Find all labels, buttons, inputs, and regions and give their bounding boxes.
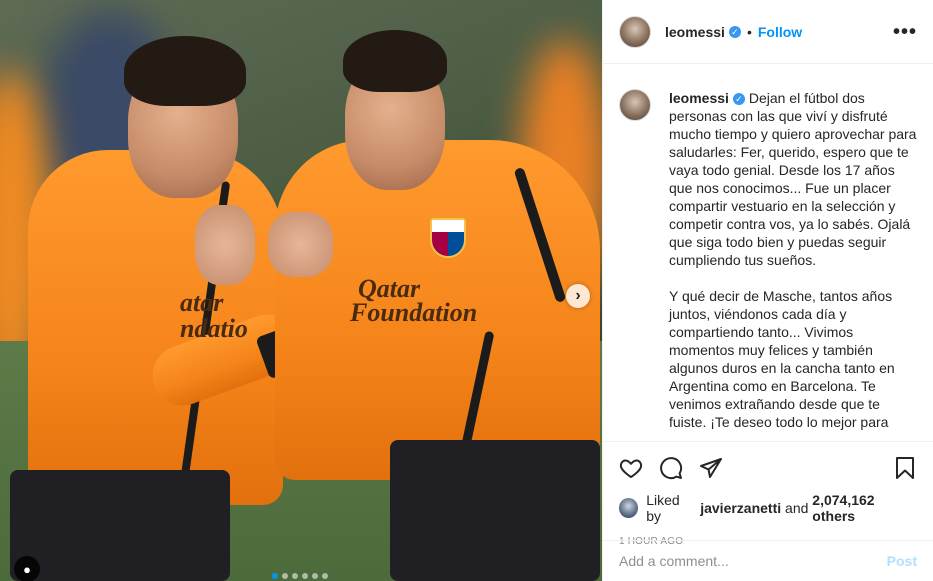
carousel-dots bbox=[272, 573, 328, 579]
avatar[interactable] bbox=[619, 15, 651, 48]
caption-row: leomessi ✓ Dejan el fútbol dos personas c… bbox=[619, 89, 917, 441]
caption-text-1: Dejan el fútbol dos personas con las que… bbox=[669, 90, 917, 268]
comments-section[interactable]: leomessi ✓ Dejan el fútbol dos personas c… bbox=[603, 65, 933, 441]
heart-icon bbox=[619, 459, 643, 478]
comment-input[interactable] bbox=[619, 553, 887, 569]
share-button[interactable] bbox=[699, 456, 723, 480]
black-shorts bbox=[10, 470, 230, 581]
chevron-right-icon: › bbox=[575, 287, 581, 304]
bookmark-icon bbox=[896, 457, 914, 479]
carousel-dot bbox=[272, 573, 278, 579]
carousel-dot bbox=[292, 573, 298, 579]
verified-badge-icon: ✓ bbox=[728, 25, 741, 38]
carousel-dot bbox=[322, 573, 328, 579]
post-comment-button[interactable]: Post bbox=[887, 553, 917, 569]
username-link[interactable]: leomessi bbox=[665, 24, 725, 40]
carousel-dot bbox=[282, 573, 288, 579]
separator: • bbox=[746, 23, 752, 40]
post-header: leomessi ✓ • Follow ••• bbox=[603, 0, 933, 64]
follow-button[interactable]: Follow bbox=[758, 24, 802, 40]
carousel-dot bbox=[302, 573, 308, 579]
likes-summary: Liked by javierzanetti and 2,074,162 oth… bbox=[619, 492, 917, 524]
share-icon bbox=[700, 458, 722, 478]
post-sidebar: leomessi ✓ • Follow ••• leomessi ✓ Dejan … bbox=[602, 0, 933, 581]
caption-paragraph-1: leomessi ✓ Dejan el fútbol dos personas c… bbox=[669, 89, 917, 269]
likes-middle: and bbox=[785, 500, 809, 516]
carousel-dot bbox=[312, 573, 318, 579]
caption-paragraph-2: Y qué decir de Masche, tantos años junto… bbox=[669, 288, 895, 430]
add-comment-bar: Post bbox=[603, 540, 933, 581]
tagged-users-button[interactable]: ● bbox=[14, 556, 40, 581]
avatar[interactable] bbox=[619, 498, 639, 518]
hand bbox=[268, 212, 333, 277]
black-shorts bbox=[390, 440, 600, 581]
hand bbox=[195, 205, 255, 285]
action-bar bbox=[619, 442, 917, 490]
sponsor-text: atar ndatio bbox=[180, 288, 248, 343]
user-icon: ● bbox=[23, 561, 31, 577]
post-photo[interactable]: atar ndatio Qatar Foundation › ● bbox=[0, 0, 602, 581]
comment-button[interactable] bbox=[659, 456, 683, 480]
fcb-crest-icon bbox=[430, 218, 466, 258]
player-hair bbox=[124, 36, 246, 106]
carousel-next-button[interactable]: › bbox=[566, 284, 590, 308]
likes-count[interactable]: 2,074,162 others bbox=[812, 492, 917, 524]
avatar[interactable] bbox=[619, 89, 651, 121]
actions-area: Liked by javierzanetti and 2,074,162 oth… bbox=[603, 441, 933, 547]
like-button[interactable] bbox=[619, 456, 643, 480]
likes-prefix: Liked by bbox=[646, 492, 680, 524]
player-hair bbox=[343, 30, 447, 92]
save-button[interactable] bbox=[893, 456, 917, 480]
liker-username[interactable]: javierzanetti bbox=[700, 500, 781, 516]
comment-icon bbox=[660, 457, 683, 480]
verified-badge-icon: ✓ bbox=[732, 93, 745, 106]
caption-username[interactable]: leomessi bbox=[669, 90, 729, 106]
more-options-icon[interactable]: ••• bbox=[893, 22, 917, 42]
sponsor-line2: Foundation bbox=[350, 298, 478, 327]
caption: leomessi ✓ Dejan el fútbol dos personas c… bbox=[669, 89, 917, 441]
